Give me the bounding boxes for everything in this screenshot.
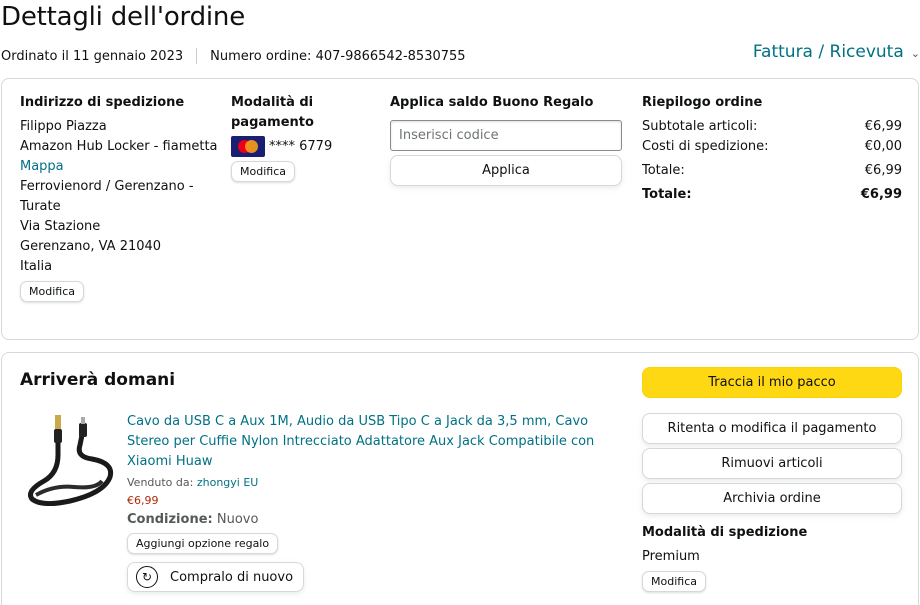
buy-again-icon: ↻	[136, 566, 158, 588]
shipping-country: Italia	[20, 259, 53, 274]
edit-payment-button[interactable]: Modifica	[231, 161, 295, 182]
edit-shipping-mode-button[interactable]: Modifica	[642, 571, 706, 592]
shipping-line2: Turate	[20, 199, 61, 214]
order-number: Numero ordine: 407-9866542-8530755	[210, 48, 466, 64]
sold-by: Venduto da: zhongyi EU	[127, 476, 597, 489]
shipping-mode-heading: Modalità di spedizione	[642, 525, 808, 540]
summary-heading: Riepilogo ordine	[642, 95, 763, 110]
retry-payment-button[interactable]: Ritenta o modifica il pagamento	[642, 413, 902, 444]
gift-card-section: Applica saldo Buono Regalo Inserisci cod…	[390, 93, 622, 186]
buy-again-button[interactable]: ↻ Compralo di nuovo	[127, 562, 305, 592]
summary-row: Totale: €6,99	[642, 161, 902, 181]
gift-code-input[interactable]: Inserisci codice	[390, 120, 622, 151]
map-link[interactable]: Mappa	[20, 157, 220, 177]
shipping-city: Gerenzano, VA 21040	[20, 239, 162, 254]
condition-label: Condizione:	[127, 512, 213, 527]
apply-button[interactable]: Applica	[390, 155, 622, 186]
shipping-heading: Indirizzo di spedizione	[20, 95, 185, 110]
buy-again-label: Compralo di nuovo	[170, 569, 294, 585]
add-gift-option-button[interactable]: Aggiungi opzione regalo	[127, 533, 279, 554]
seller-link[interactable]: zhongyi EU	[197, 476, 259, 489]
page-title: Dettagli dell'ordine	[1, 2, 245, 32]
payment-heading: Modalità di pagamento	[231, 95, 314, 130]
divider	[196, 48, 198, 64]
shipping-mode: Modalità di spedizione Premium Modifica	[642, 523, 902, 592]
order-meta: Ordinato il 11 gennaio 2023 Numero ordin…	[1, 48, 466, 64]
gift-card-heading: Applica saldo Buono Regalo	[390, 95, 594, 110]
delivery-status: Arriverà domani	[20, 370, 176, 390]
invoice-link[interactable]: Fattura / Ricevuta	[753, 42, 904, 62]
product-title-link[interactable]: Cavo da USB C a Aux 1M, Audio da USB Tip…	[127, 412, 597, 472]
shipping-name: Filippo Piazza	[20, 119, 107, 134]
sold-by-label: Venduto da:	[127, 476, 194, 489]
shipment-actions: Traccia il mio pacco Ritenta o modifica …	[642, 367, 902, 592]
mastercard-icon	[231, 136, 265, 157]
archive-order-button[interactable]: Archivia ordine	[642, 483, 902, 514]
shipping-locker: Amazon Hub Locker - fiametta	[20, 139, 218, 154]
summary-label: Subtotale articoli:	[642, 119, 758, 134]
condition-value: Nuovo	[216, 512, 259, 527]
shipping-street: Via Stazione	[20, 219, 101, 234]
summary-label: Totale:	[642, 163, 685, 178]
remove-items-button[interactable]: Rimuovi articoli	[642, 448, 902, 479]
summary-row: Costi di spedizione: €0,00	[642, 137, 902, 157]
product-condition: Condizione: Nuovo	[127, 512, 597, 527]
product-info: Cavo da USB C a Aux 1M, Audio da USB Tip…	[127, 412, 597, 592]
grand-total-row: Totale: €6,99	[642, 185, 902, 205]
summary-value: €0,00	[864, 139, 902, 154]
summary-label: Costi di spedizione:	[642, 139, 769, 154]
summary-value: €6,99	[864, 163, 902, 178]
shipping-address: Indirizzo di spedizione Filippo Piazza A…	[20, 93, 220, 302]
payment-method: Modalità di pagamento **** 6779 Modifica	[231, 93, 361, 182]
chevron-down-icon: ⌄	[910, 46, 920, 60]
invoice-dropdown[interactable]: Fattura / Ricevuta ⌄	[753, 42, 920, 62]
edit-address-button[interactable]: Modifica	[20, 281, 84, 302]
summary-value: €6,99	[864, 119, 902, 134]
order-summary: Riepilogo ordine Subtotale articoli: €6,…	[642, 93, 902, 205]
product-price: €6,99	[127, 494, 159, 507]
grand-total-value: €6,99	[860, 187, 902, 202]
card-digits: **** 6779	[269, 139, 333, 154]
track-package-button[interactable]: Traccia il mio pacco	[642, 367, 902, 398]
order-details-box: Indirizzo di spedizione Filippo Piazza A…	[1, 78, 919, 340]
product-image[interactable]	[24, 415, 116, 507]
grand-total-label: Totale:	[642, 187, 692, 202]
shipment-box: Arriverà domani Cavo da USB C a Aux 1M, …	[1, 352, 919, 605]
summary-row: Subtotale articoli: €6,99	[642, 117, 902, 137]
shipping-line1: Ferrovienord / Gerenzano -	[20, 179, 194, 194]
shipping-mode-value: Premium	[642, 549, 700, 564]
order-date: Ordinato il 11 gennaio 2023	[1, 48, 184, 64]
